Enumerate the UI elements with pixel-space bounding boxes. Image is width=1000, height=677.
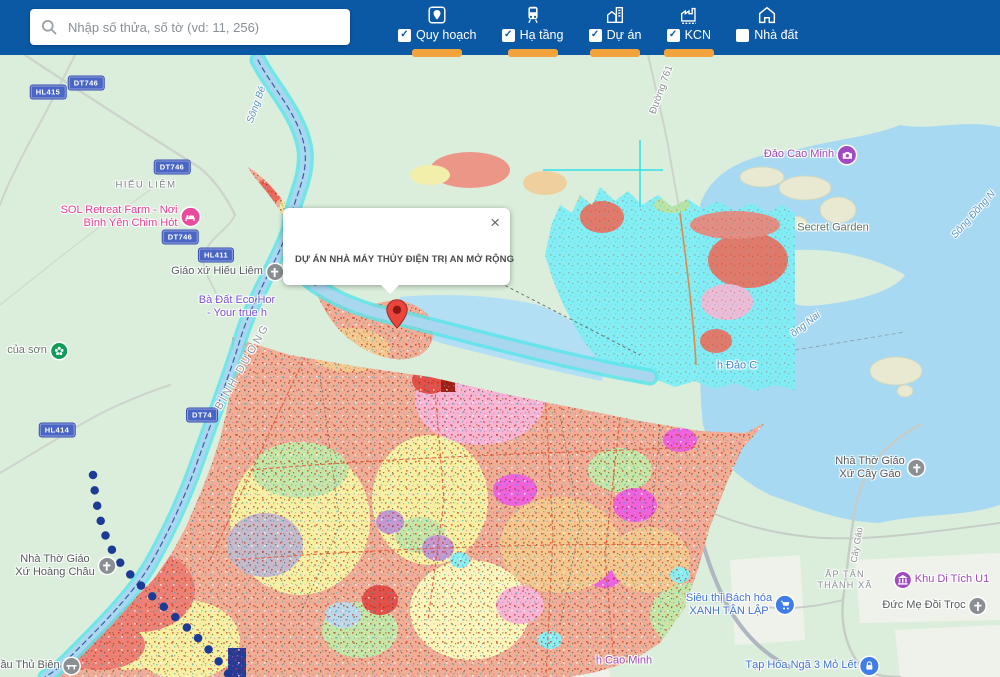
map-label-ap-tan-thanh-xa: ẤP TÂNTHÀNH XÃ <box>817 569 872 591</box>
search-input[interactable] <box>66 19 340 36</box>
checkbox-quy-hoach[interactable]: ✓ <box>398 29 411 42</box>
checkbox-nha-dat[interactable]: ✓ <box>736 29 749 42</box>
layer-toggle-du-an[interactable]: ✓Dự án <box>589 0 642 55</box>
poi-nha-tho-hoang-chau[interactable]: Nhà Thờ GiáoXứ Hoàng Châu <box>15 553 115 579</box>
camera-icon <box>838 146 856 164</box>
poi-cau-thu-bien[interactable]: ầu Thủ Biên <box>0 658 79 674</box>
hardware-store-icon <box>861 657 879 675</box>
poi-cua-son[interactable]: của sơn <box>7 343 67 359</box>
lodging-icon <box>181 208 199 226</box>
shrine-icon <box>970 598 986 614</box>
checkbox-du-an[interactable]: ✓ <box>589 29 602 42</box>
church-icon <box>909 460 925 476</box>
church-icon <box>267 264 283 280</box>
active-underline <box>412 49 462 57</box>
road-badge: HL414 <box>40 424 75 437</box>
search-icon <box>40 18 58 36</box>
layer-toolbar: ✓Quy hoạch ✓Hạ tầng ✓Dự án <box>398 0 798 55</box>
map-label-hieu-liem: HIẾU LIÊM <box>115 179 176 190</box>
map-pin-frame-icon <box>426 4 448 26</box>
poi-dao-cao-minh[interactable]: Đảo Cao Minh <box>764 146 856 164</box>
factory-icon <box>678 4 700 26</box>
map-label-secret-garden: Secret Garden <box>797 221 869 234</box>
top-bar: ✓Quy hoạch ✓Hạ tầng ✓Dự án <box>0 0 1000 55</box>
church-icon <box>99 558 115 574</box>
active-underline <box>508 49 558 57</box>
layer-toggle-nha-dat[interactable]: ✓Nhà đất <box>736 0 798 55</box>
poi-duc-me-doi-troc[interactable]: Đức Mẹ Đồi Trọc <box>882 598 985 614</box>
cart-icon <box>776 596 794 614</box>
red-pin-icon <box>386 299 408 329</box>
layer-toggle-ha-tang[interactable]: ✓Hạ tầng <box>502 0 564 55</box>
road-badge: DT746 <box>155 161 190 174</box>
road-badge: HL415 <box>31 86 66 99</box>
train-icon <box>522 4 544 26</box>
popup-tail <box>381 285 399 294</box>
map-label-h-cao-minh: h Cao Minh <box>596 654 652 667</box>
map-label-h-dao-c: h Đảo C <box>717 359 757 372</box>
map-application: DT746 HL415 DT746 DT746 HL411 HL414 DT74… <box>0 0 1000 677</box>
map-label-ba-dat-eco: Bà Đất Eco Hor- Your true h <box>199 294 275 320</box>
poi-khu-di-tich-u1[interactable]: Khu Di Tích U1 <box>895 572 989 588</box>
project-popup: × DỰ ÁN NHÀ MÁY THỦY ĐIỆN TRỊ AN MỞ RỘNG <box>283 208 510 285</box>
poi-sieu-thi-bach-hoa[interactable]: Siêu thị Bách hóaXANH TÂN LẬP <box>686 592 794 618</box>
road-badge: DT746 <box>69 77 104 90</box>
bridge-icon <box>64 658 80 674</box>
road-badge: DT74 <box>187 409 217 422</box>
layer-toggle-kcn[interactable]: ✓KCN <box>667 0 711 55</box>
checkbox-kcn[interactable]: ✓ <box>667 29 680 42</box>
active-underline <box>664 49 714 57</box>
museum-icon <box>895 572 911 588</box>
house-icon <box>756 4 778 26</box>
checkbox-ha-tang[interactable]: ✓ <box>502 29 515 42</box>
layer-toggle-quy-hoach[interactable]: ✓Quy hoạch <box>398 0 476 55</box>
buildings-icon <box>604 4 626 26</box>
map-canvas[interactable]: DT746 HL415 DT746 DT746 HL411 HL414 DT74… <box>0 55 1000 677</box>
close-icon[interactable]: × <box>490 214 500 231</box>
popup-title: DỰ ÁN NHÀ MÁY THỦY ĐIỆN TRỊ AN MỞ RỘNG <box>295 254 514 265</box>
search-box[interactable] <box>30 9 350 45</box>
road-badge: HL411 <box>199 249 233 262</box>
poi-giao-xu-hieu-liem[interactable]: Giáo xứ Hiếu Liêm <box>171 264 283 280</box>
poi-tap-hoa-nga-3-mo-let[interactable]: Tạp Hóa Ngã 3 Mỏ Lết <box>745 657 878 675</box>
flower-icon <box>51 343 67 359</box>
poi-sol-retreat-farm[interactable]: SOL Retreat Farm - NơiBình Yên Chim Hót <box>61 204 200 230</box>
map-marker[interactable] <box>386 299 408 334</box>
active-underline <box>590 49 640 57</box>
poi-nha-tho-cay-gao[interactable]: Nhà Thờ GiáoXứ Cây Gáo <box>835 455 924 481</box>
road-badge: DT746 <box>163 231 198 244</box>
